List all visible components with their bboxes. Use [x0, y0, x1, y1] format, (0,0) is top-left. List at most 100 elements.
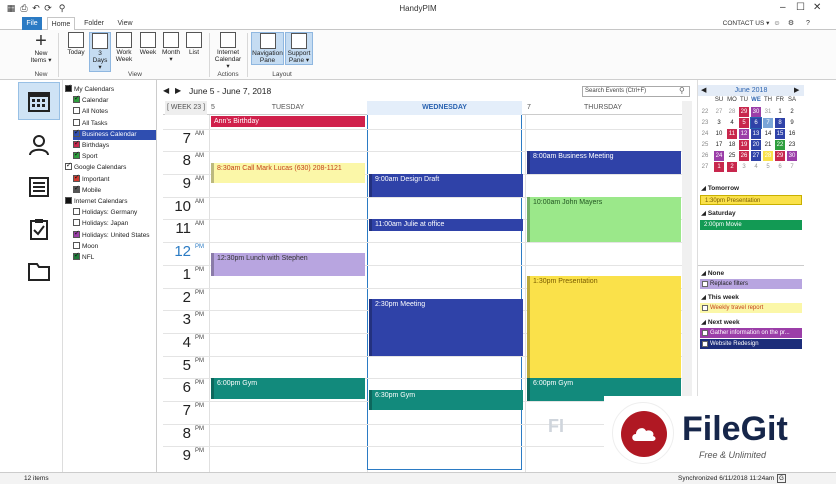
work-week-button[interactable]: Work Week: [113, 32, 135, 63]
mini-day[interactable]: 3: [714, 118, 724, 128]
tree-checkbox[interactable]: [73, 128, 80, 138]
mini-day[interactable]: 7: [787, 162, 797, 172]
task-checkbox[interactable]: [702, 281, 708, 287]
tree-item[interactable]: Mobile: [73, 184, 156, 196]
tree-item[interactable]: NFL: [73, 251, 156, 263]
mini-day[interactable]: 25: [727, 151, 737, 161]
mini-day[interactable]: 20: [751, 140, 761, 150]
mini-day[interactable]: 9: [787, 118, 797, 128]
task-item[interactable]: Gather information on the pr...: [700, 328, 802, 338]
mini-day[interactable]: 10: [714, 129, 724, 139]
calendar-event[interactable]: 8:30am Call Mark Lucas (630) 208-1121: [211, 162, 365, 184]
mini-day[interactable]: 2: [787, 107, 797, 117]
mini-day[interactable]: 6: [750, 117, 762, 129]
mini-day[interactable]: 13: [751, 129, 761, 139]
mini-day[interactable]: 24: [714, 151, 724, 161]
tree-checkbox[interactable]: [65, 197, 72, 204]
tree-checkbox[interactable]: [73, 229, 80, 239]
smiley-icon[interactable]: ☺: [771, 17, 783, 30]
search-input[interactable]: Search Events (Ctrl+F): [582, 86, 690, 97]
mini-day[interactable]: 12: [739, 129, 749, 139]
tab-file[interactable]: File: [22, 17, 42, 30]
mini-day[interactable]: 29: [739, 107, 749, 117]
tree-checkbox[interactable]: [73, 150, 80, 160]
new-items-button[interactable]: + New Items ▾: [30, 31, 52, 64]
task-checkbox[interactable]: [702, 341, 708, 347]
mini-day[interactable]: 5: [763, 162, 773, 172]
mini-day[interactable]: 27: [714, 107, 724, 117]
mini-day[interactable]: 19: [739, 140, 749, 150]
next-arrow-icon[interactable]: ▶: [175, 86, 181, 95]
mini-day[interactable]: 30: [787, 151, 797, 161]
day-name[interactable]: WEDNESDAY: [367, 101, 522, 115]
calendar-event[interactable]: 10:00am John Mayers: [527, 196, 681, 243]
mini-day[interactable]: 4: [727, 118, 737, 128]
tree-item[interactable]: Holidays: United States: [73, 229, 156, 241]
task-item[interactable]: Replace filters: [700, 279, 802, 289]
tree-item[interactable]: Moon: [73, 241, 156, 252]
tree-item[interactable]: Birthdays: [73, 139, 156, 151]
day-column[interactable]: [367, 115, 525, 472]
mini-day[interactable]: 17: [714, 140, 724, 150]
mini-day[interactable]: 22: [775, 140, 785, 150]
tree-checkbox[interactable]: [73, 173, 80, 183]
mini-day[interactable]: 11: [727, 129, 737, 139]
contact-us-link[interactable]: CONTACT US ▾: [722, 17, 770, 30]
task-item[interactable]: Website Redesign: [700, 339, 802, 349]
week-button[interactable]: Week: [137, 32, 159, 56]
tree-checkbox[interactable]: [73, 107, 80, 115]
tree-item[interactable]: Holidays: Japan: [73, 219, 156, 229]
tree-checkbox[interactable]: [73, 94, 80, 104]
list-button[interactable]: List: [184, 32, 204, 56]
gear-icon[interactable]: ⚙: [784, 17, 798, 30]
mini-day[interactable]: 7: [763, 118, 773, 128]
tree-checkbox[interactable]: [73, 208, 80, 216]
nav-folders[interactable]: [18, 252, 60, 290]
calendar-event[interactable]: 6:30pm Gym: [369, 389, 523, 411]
tree-checkbox[interactable]: [73, 139, 80, 149]
day-name[interactable]: TUESDAY: [209, 101, 367, 115]
tab-view[interactable]: View: [112, 17, 138, 30]
tree-item[interactable]: All Notes: [73, 107, 156, 117]
tab-folder[interactable]: Folder: [80, 17, 108, 30]
agenda-item[interactable]: 1:30pm Presentation: [700, 195, 802, 205]
calendar-event[interactable]: 9:00am Design Draft: [369, 174, 523, 197]
tree-item[interactable]: Holidays: Germany: [73, 208, 156, 218]
allday-event[interactable]: Ann's Birthday: [211, 116, 365, 127]
mini-day[interactable]: 3: [739, 162, 749, 172]
mini-day[interactable]: 1: [775, 107, 785, 117]
agenda-item[interactable]: 2:00pm Movie: [700, 220, 802, 230]
task-checkbox[interactable]: [702, 305, 708, 311]
mini-day[interactable]: 4: [751, 162, 761, 172]
nav-calendar[interactable]: [18, 82, 60, 120]
tree-item[interactable]: Internet Calendars: [65, 197, 156, 207]
tree-checkbox[interactable]: [73, 184, 80, 194]
tree-checkbox[interactable]: [65, 83, 72, 93]
tree-checkbox[interactable]: [65, 161, 72, 171]
tree-item[interactable]: Sport: [73, 150, 156, 162]
help-icon[interactable]: ?: [800, 17, 816, 30]
mini-day[interactable]: 29: [775, 151, 785, 161]
tree-checkbox[interactable]: [73, 118, 80, 126]
calendar-event[interactable]: 12:30pm Lunch with Stephen: [211, 253, 365, 277]
mini-day[interactable]: 14: [763, 129, 773, 139]
mini-day[interactable]: 23: [787, 140, 797, 150]
calendar-event[interactable]: 11:00am Julie at office: [369, 219, 523, 231]
mini-day[interactable]: 31: [763, 107, 773, 117]
mini-day[interactable]: 8: [775, 118, 785, 128]
tree-item[interactable]: Calendar: [73, 94, 156, 106]
tree-checkbox[interactable]: [73, 219, 80, 227]
prev-arrow-icon[interactable]: ◀: [163, 86, 169, 95]
mini-day[interactable]: 15: [775, 129, 785, 139]
maximize-icon[interactable]: ☐: [796, 2, 805, 13]
mini-day[interactable]: 6: [775, 162, 785, 172]
mini-day[interactable]: 16: [787, 129, 797, 139]
navigation-pane-button[interactable]: Navigation Pane: [251, 32, 284, 65]
mini-day[interactable]: 1: [714, 162, 724, 172]
today-button[interactable]: Today: [65, 32, 87, 56]
mini-next-arrow-icon[interactable]: ▶: [794, 86, 799, 94]
tree-item[interactable]: Business Calendar: [73, 128, 156, 140]
mini-day[interactable]: 18: [727, 140, 737, 150]
calendar-event[interactable]: 1:30pm Presentation: [527, 276, 681, 379]
calendar-event[interactable]: 2:30pm Meeting: [369, 298, 523, 356]
